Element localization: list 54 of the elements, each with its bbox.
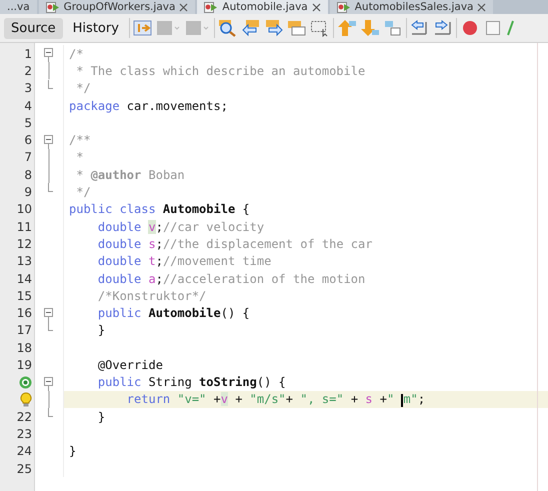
code-line: public String toString() { (96, 375, 286, 390)
line-number: 8 (24, 168, 32, 182)
code-line: return "v=" +v + "m/s"+ ", s=" + s +" m"; (126, 392, 426, 407)
line-number: 17 (16, 323, 32, 338)
code-line: double v;//car velocity (96, 220, 264, 234)
line-number: 10 (16, 202, 32, 216)
line-number: 4 (24, 98, 32, 113)
line-number: 9 (24, 185, 32, 200)
file-tab-label: GroupOfWorkers.java (64, 0, 176, 14)
code-line: */ (75, 185, 91, 200)
code-line: double s;//the displacement of the car (96, 236, 372, 251)
line-number: 1 (24, 46, 32, 61)
code-line: public Automobile() { (96, 306, 250, 320)
line-number: 5 (24, 116, 32, 130)
code-line: /*Konstruktor*/ (96, 288, 206, 303)
code-line: * @author Boban (75, 168, 185, 182)
line-number: 15 (16, 288, 32, 303)
file-tab-label: AutomobilesSales.java (354, 0, 474, 14)
line-number: 24 (16, 444, 32, 458)
code-line: } (69, 444, 76, 458)
file-tab[interactable]: GroupOfWorkers.java (38, 0, 196, 14)
code-line: /* (69, 46, 84, 61)
file-tab[interactable]: AutomobilesSales.java (330, 0, 494, 14)
view-tab[interactable]: History (66, 18, 126, 38)
file-tab[interactable]: ...va (0, 0, 37, 14)
line-number: 11 (16, 220, 32, 234)
file-tab-label: ...va (7, 0, 30, 14)
file-tab[interactable]: Automobile.java (197, 0, 328, 14)
line-number: 3 (24, 81, 32, 96)
line-number: 2 (24, 64, 32, 78)
code-line: } (96, 410, 106, 424)
code-line: * The class which describe an automobile (75, 64, 366, 78)
line-number: 25 (16, 462, 32, 476)
code-line: package car.movements; (69, 98, 228, 113)
line-number: 14 (16, 272, 32, 286)
code-line: public class Automobile { (69, 202, 250, 216)
code-line: @Override (96, 358, 163, 372)
file-tab-label: Automobile.java (222, 0, 308, 14)
code-line: double t;//movement time (96, 254, 272, 268)
line-number: 16 (16, 306, 32, 320)
line-number: 18 (16, 340, 32, 355)
code-line: */ (75, 81, 91, 96)
line-number: 7 (24, 150, 32, 164)
code-line: * (75, 150, 84, 164)
line-number: 6 (24, 133, 32, 148)
view-tab[interactable]: Source (4, 18, 63, 38)
line-number: 22 (16, 410, 32, 424)
line-number: 13 (16, 254, 32, 268)
code-line: double a;//acceleration of the motion (96, 272, 366, 286)
code-line: } (96, 323, 106, 338)
line-number: 23 (16, 427, 32, 442)
line-number: 19 (16, 358, 32, 372)
code-line: /** (69, 133, 91, 148)
line-number: 12 (16, 236, 32, 251)
